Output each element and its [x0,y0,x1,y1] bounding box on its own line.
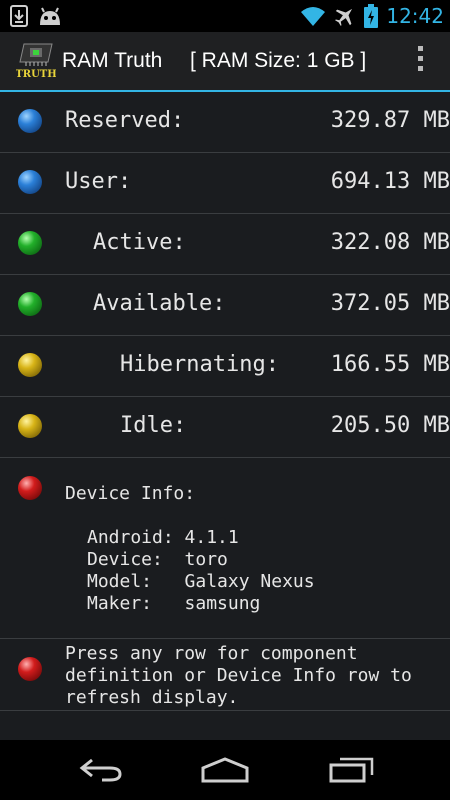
hint-line-1: Press any row for component [65,643,358,664]
action-bar: TRUTH RAM Truth [ RAM Size: 1 GB ] [0,32,450,90]
red-ball-icon [18,476,42,500]
row-idle[interactable]: Idle: 205.50 MB [0,397,450,458]
recent-apps-icon[interactable] [328,756,374,784]
clock: 12:42 [386,4,444,28]
row-value: 329.87 MB [330,108,450,133]
green-ball-icon [18,231,42,255]
row-hibernating[interactable]: Hibernating: 166.55 MB [0,336,450,397]
memory-list: Reserved: 329.87 MB User: 694.13 MB Acti… [0,92,450,740]
row-value: 166.55 MB [330,352,450,377]
device-info-device: Device: toro [87,549,228,570]
yellow-ball-icon [18,353,42,377]
row-reserved[interactable]: Reserved: 329.87 MB [0,92,450,153]
device-info-android: Android: 4.1.1 [87,527,239,548]
app-icon-text: TRUTH [16,69,56,80]
airplane-icon [335,8,353,26]
row-label: Hibernating: [120,352,279,377]
row-value: 694.13 MB [330,169,450,194]
device-info-row[interactable]: Device Info: Android: 4.1.1 Device: toro… [0,458,450,639]
hint-row[interactable]: Press any row for component definition o… [0,639,450,711]
overflow-menu-icon[interactable] [416,46,424,76]
blue-ball-icon [18,109,42,133]
row-label: User: [65,169,132,194]
row-user[interactable]: User: 694.13 MB [0,153,450,214]
yellow-ball-icon [18,414,42,438]
device-info-maker: Maker: samsung [87,593,261,614]
status-bar: 12:42 [0,0,450,32]
row-value: 372.05 MB [330,291,450,316]
row-value: 322.08 MB [330,230,450,255]
hint-line-2: definition or Device Info row to [65,665,412,686]
back-icon[interactable] [78,756,124,784]
android-icon [40,7,60,25]
home-icon[interactable] [200,756,250,784]
red-ball-icon [18,657,42,681]
row-label: Idle: [120,413,187,438]
navigation-bar [0,740,450,800]
row-label: Available: [93,291,226,316]
row-label: Reserved: [65,108,185,133]
row-value: 205.50 MB [330,413,450,438]
device-info-model: Model: Galaxy Nexus [87,571,315,592]
device-info-title: Device Info: [65,483,196,504]
green-ball-icon [18,292,42,316]
download-icon [10,5,28,27]
row-label: Active: [93,230,186,255]
battery-icon [364,4,379,28]
app-title: RAM Truth [62,49,163,72]
row-available[interactable]: Available: 372.05 MB [0,275,450,336]
app-icon[interactable]: TRUTH [16,42,56,80]
wifi-icon [301,7,326,26]
ram-size-label: [ RAM Size: 1 GB ] [190,49,367,72]
blue-ball-icon [18,170,42,194]
hint-line-3: refresh display. [65,687,239,708]
row-active[interactable]: Active: 322.08 MB [0,214,450,275]
